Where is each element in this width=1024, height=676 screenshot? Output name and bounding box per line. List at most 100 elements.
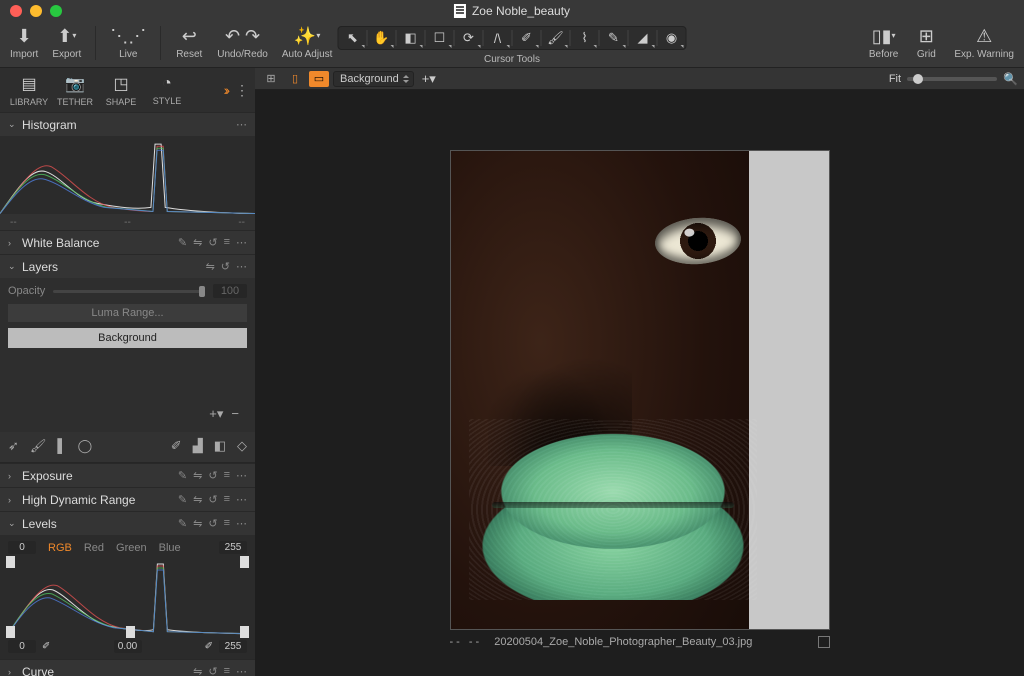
levels-input-min[interactable]: 0: [8, 541, 36, 554]
levels-histogram[interactable]: [8, 558, 247, 636]
reset-button[interactable]: ↩ Reset: [175, 26, 203, 60]
flag-checkbox[interactable]: [818, 636, 830, 648]
reset-icon[interactable]: ↺: [208, 517, 217, 530]
layer-select[interactable]: Background: [333, 71, 414, 87]
preset-icon[interactable]: ≡: [224, 665, 230, 676]
wb-picker-icon[interactable]: ✎: [178, 236, 187, 249]
gradient-tool-icon[interactable]: ▌: [57, 438, 66, 454]
panel-menu-icon[interactable]: ⋯: [236, 665, 247, 676]
brush-tool-icon[interactable]: 🖌: [30, 438, 47, 454]
opacity-slider[interactable]: [53, 290, 205, 293]
copy-icon[interactable]: ⇋: [193, 517, 202, 530]
panel-menu-icon[interactable]: ⋯: [236, 493, 247, 506]
panel-hdr-header[interactable]: › High Dynamic Range ✎ ⇋ ↺ ≡ ⋯: [0, 487, 255, 511]
remove-layer-button[interactable]: −: [231, 406, 239, 422]
levels-top-handle-left[interactable]: [6, 556, 15, 568]
copy-icon[interactable]: ⇋: [193, 493, 202, 506]
reset-icon[interactable]: ↺: [208, 665, 217, 676]
maximize-window-button[interactable]: [50, 5, 62, 17]
warning-button[interactable]: ⚠ Exp. Warning: [954, 26, 1014, 60]
close-window-button[interactable]: [10, 5, 22, 17]
view-split-button[interactable]: ▯: [285, 71, 305, 87]
panel-whitebalance-header[interactable]: › White Balance ✎ ⇋ ↺ ≡ ⋯: [0, 230, 255, 254]
export-button[interactable]: ⬆▾ Export: [52, 26, 81, 60]
panel-menu-icon[interactable]: ⋯: [236, 118, 247, 131]
heal-brush-tool[interactable]: 🖌: [542, 26, 570, 50]
levels-handle-right[interactable]: [240, 626, 249, 638]
select-tool[interactable]: ⬉: [339, 26, 367, 50]
invert-tool-icon[interactable]: ◧: [214, 438, 226, 454]
view-grid-button[interactable]: ⊞: [261, 71, 281, 87]
zoom-fit-label[interactable]: Fit: [889, 73, 901, 85]
reset-icon[interactable]: ↺: [221, 260, 230, 273]
tab-menu-button[interactable]: ⋮: [235, 82, 249, 99]
luma-range-button[interactable]: Luma Range...: [8, 304, 247, 322]
auto-icon[interactable]: ✎: [178, 469, 187, 482]
spot-tool[interactable]: ✐: [513, 26, 541, 50]
tab-overflow-button[interactable]: ››: [224, 82, 227, 98]
fill-tool-icon[interactable]: ▟: [193, 438, 203, 454]
opacity-value[interactable]: 100: [213, 284, 247, 298]
black-picker-icon[interactable]: ✐: [42, 641, 50, 652]
levels-handle-left[interactable]: [6, 626, 15, 638]
zoom-magnify-icon[interactable]: 🔍: [1003, 72, 1018, 86]
eraser-tool-icon[interactable]: ◇: [237, 438, 247, 454]
gradient-mask-tool[interactable]: ◢: [629, 26, 657, 50]
grid-button[interactable]: ⊞ Grid: [912, 26, 940, 60]
undo-redo-button[interactable]: ↶ ↷ Undo/Redo: [217, 26, 268, 60]
panel-histogram-header[interactable]: ⌄ Histogram ⋯: [0, 112, 255, 136]
layer-item-background[interactable]: Background: [8, 328, 247, 348]
levels-handle-mid[interactable]: [126, 626, 135, 638]
auto-icon[interactable]: ✎: [178, 517, 187, 530]
tab-shape[interactable]: ◳ SHAPE: [98, 74, 144, 107]
copy-icon[interactable]: ⇋: [193, 665, 202, 676]
radial-mask-tool[interactable]: ◉: [658, 26, 686, 50]
tab-library[interactable]: ▤ LIBRARY: [6, 74, 52, 107]
live-button[interactable]: ⋱⋰ Live: [110, 26, 146, 60]
panel-curve-header[interactable]: › Curve ⇋ ↺ ≡ ⋯: [0, 659, 255, 676]
copy-icon[interactable]: ⇋: [193, 469, 202, 482]
before-button[interactable]: ▯▮▾ Before: [869, 26, 898, 60]
zoom-slider[interactable]: [907, 77, 997, 81]
add-layer-button[interactable]: +▾: [209, 406, 223, 422]
add-layer-button[interactable]: +▾: [422, 71, 436, 87]
reset-icon[interactable]: ↺: [208, 493, 217, 506]
preset-icon[interactable]: ≡: [224, 469, 230, 482]
panel-menu-icon[interactable]: ⋯: [236, 469, 247, 482]
levels-output-max[interactable]: 255: [219, 640, 247, 653]
hand-tool[interactable]: ✋: [368, 26, 396, 50]
levels-channel-green[interactable]: Green: [116, 542, 147, 554]
crop-tool[interactable]: ☐: [426, 26, 454, 50]
import-button[interactable]: ⬇ Import: [10, 26, 38, 60]
panel-levels-header[interactable]: ⌄ Levels ✎ ⇋ ↺ ≡ ⋯: [0, 511, 255, 535]
panel-layers-header[interactable]: ⌄ Layers ⇋ ↺ ⋯: [0, 254, 255, 278]
draw-mask-tool[interactable]: ⌇: [571, 26, 599, 50]
levels-output-min[interactable]: 0: [8, 640, 36, 653]
preset-icon[interactable]: ≡: [224, 517, 230, 530]
erase-mask-tool[interactable]: ✎: [600, 26, 628, 50]
levels-channel-red[interactable]: Red: [84, 542, 104, 554]
copy-icon[interactable]: ⇋: [193, 236, 202, 249]
radial-tool-icon[interactable]: ◯: [78, 438, 93, 454]
reset-icon[interactable]: ↺: [208, 469, 217, 482]
levels-channel-rgb[interactable]: RGB: [48, 542, 72, 554]
levels-input-max[interactable]: 255: [219, 541, 247, 554]
tab-tether[interactable]: 📷 TETHER: [52, 74, 98, 107]
levels-channel-blue[interactable]: Blue: [159, 542, 181, 554]
erase-tool-icon[interactable]: ✐: [171, 438, 182, 454]
tab-style[interactable]: ◔ STYLE: [144, 75, 190, 106]
preview-image[interactable]: [450, 150, 830, 630]
preset-icon[interactable]: ≡: [224, 236, 230, 249]
panel-menu-icon[interactable]: ⋯: [236, 260, 247, 273]
panel-exposure-header[interactable]: › Exposure ✎ ⇋ ↺ ≡ ⋯: [0, 463, 255, 487]
view-single-button[interactable]: ▭: [309, 71, 329, 87]
levels-top-handle-right[interactable]: [240, 556, 249, 568]
minimize-window-button[interactable]: [30, 5, 42, 17]
panel-menu-icon[interactable]: ⋯: [236, 517, 247, 530]
panel-menu-icon[interactable]: ⋯: [236, 236, 247, 249]
auto-icon[interactable]: ✎: [178, 493, 187, 506]
levels-output-mid[interactable]: 0.00: [114, 640, 142, 653]
rotate-tool[interactable]: ⟳: [455, 26, 483, 50]
preset-icon[interactable]: ≡: [224, 493, 230, 506]
picker-tool-icon[interactable]: ➶: [8, 438, 19, 454]
